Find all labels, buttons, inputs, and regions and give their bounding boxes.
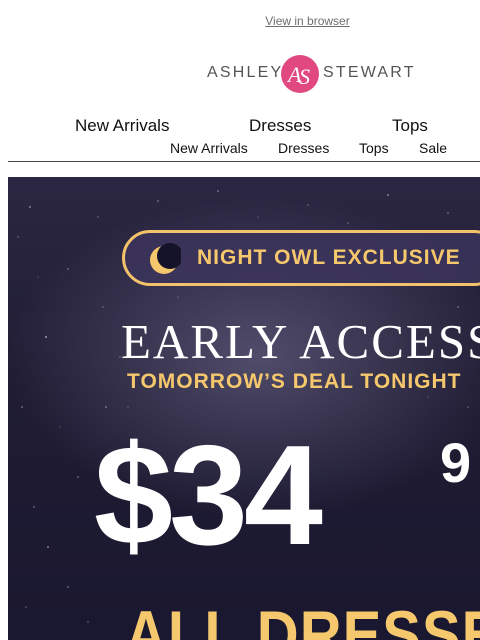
brand-monogram-icon: A S [281, 55, 319, 93]
nav-tops[interactable]: Tops [392, 116, 428, 136]
nav-new-arrivals[interactable]: New Arrivals [75, 116, 169, 136]
subnav-sale[interactable]: Sale [419, 140, 447, 156]
brand-logo[interactable]: ASHLEY A S STEWART [207, 52, 414, 96]
badge-text: NIGHT OWL EXCLUSIVE [197, 246, 461, 269]
price-cents: 9 [440, 431, 472, 494]
view-in-browser-link[interactable]: View in browser [0, 14, 480, 28]
header-divider [8, 161, 480, 162]
night-owl-badge: NIGHT OWL EXCLUSIVE [122, 230, 480, 286]
offer-text: ALL DRESSES [125, 597, 480, 640]
svg-text:S: S [299, 64, 310, 89]
hero-banner[interactable]: NIGHT OWL EXCLUSIVE EARLY ACCESS TOMORRO… [8, 177, 480, 640]
subnav-new-arrivals[interactable]: New Arrivals [170, 140, 248, 156]
brand-name-left: ASHLEY [207, 64, 284, 81]
price-main: $34 [94, 416, 323, 575]
hero-headline: EARLY ACCESS [121, 314, 480, 369]
subnav-dresses[interactable]: Dresses [278, 140, 329, 156]
subnav-tops[interactable]: Tops [359, 140, 389, 156]
crescent-moon-icon [150, 243, 181, 274]
secondary-nav: New Arrivals Dresses Tops Sale [0, 140, 480, 158]
brand-name-right: STEWART [323, 64, 416, 81]
hero-subheadline: TOMORROW’S DEAL TONIGHT [127, 370, 462, 393]
primary-nav: New Arrivals Dresses Tops [0, 116, 480, 136]
nav-dresses[interactable]: Dresses [249, 116, 311, 136]
